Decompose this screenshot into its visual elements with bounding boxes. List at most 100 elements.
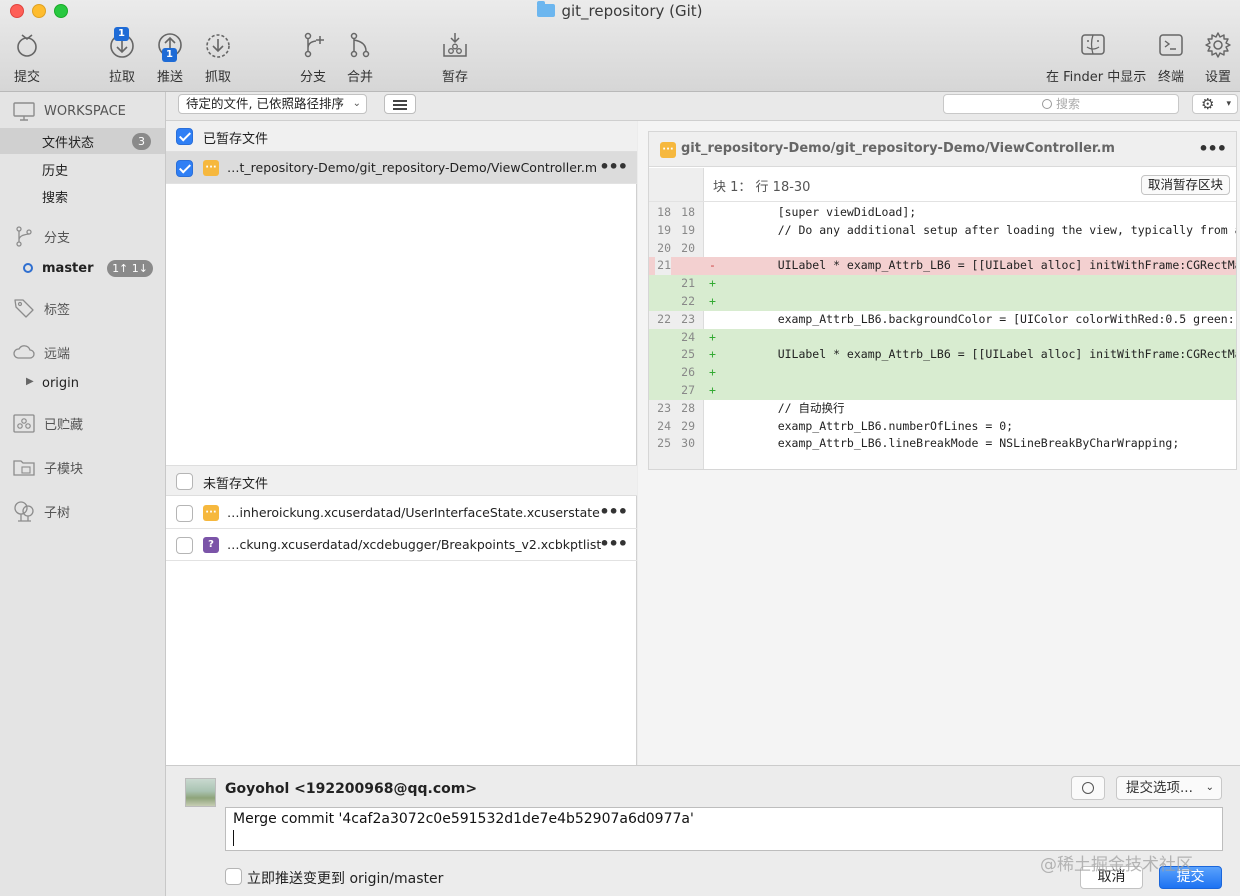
settings-button[interactable]: 设置 — [1188, 30, 1240, 85]
commit-author: Goyohol <192200968@qq.com> — [225, 781, 478, 797]
diff-line-del[interactable]: 21 - UILabel * examp_Attrb_LB6 = [[UILabe… — [649, 257, 1236, 276]
staged-select-all-checkbox[interactable] — [176, 128, 193, 145]
diff-line-add[interactable]: 27 + — [649, 381, 1236, 400]
history-button[interactable] — [1071, 776, 1105, 800]
more-options-icon[interactable]: ••• — [599, 502, 628, 521]
unstaged-file-row[interactable]: ? …ckung.xcuserdatad/xcdebugger/Breakpoi… — [166, 529, 637, 561]
sidebar-submodules-header[interactable]: 子模块 — [0, 454, 165, 480]
disclosure-triangle-icon[interactable]: ▶ — [26, 376, 34, 387]
diff-line-add[interactable]: 26 + — [649, 364, 1236, 382]
fetch-toolbar-button[interactable]: 抓取 — [188, 30, 248, 85]
text-caret — [233, 830, 234, 846]
diff-line-add[interactable]: 24 + — [649, 328, 1236, 347]
pull-count-badge: 1 — [114, 27, 129, 41]
sidebar-branches-header[interactable]: 分支 — [0, 223, 165, 249]
diff-marker: + — [709, 276, 716, 291]
code-text: UILabel * examp_Attrb_LB6 = [[UILabel al… — [750, 347, 1236, 362]
untracked-file-icon: ? — [203, 537, 219, 553]
tag-icon — [12, 296, 36, 320]
new-line-number: 30 — [681, 436, 695, 451]
code-text: examp_Attrb_LB6.backgroundColor = [UICol… — [750, 311, 1236, 326]
diff-line-ctx[interactable]: 23 28 // 自动换行 — [649, 400, 1236, 418]
gear-icon: ⚙ — [1201, 95, 1215, 113]
chevron-down-icon: ⌄ — [1205, 782, 1214, 793]
new-line-number: 21 — [681, 276, 695, 291]
more-options-icon[interactable]: ••• — [599, 534, 628, 553]
diff-marker: + — [709, 347, 716, 362]
code-text: // 自动换行 — [750, 400, 845, 415]
code-text: examp_Attrb_LB6.lineBreakMode = NSLineBr… — [750, 436, 1180, 451]
file-checkbox[interactable] — [176, 537, 193, 554]
commit-icon — [12, 30, 42, 60]
diff-line-add[interactable]: 21 + — [649, 275, 1236, 293]
sidebar-item-file-status[interactable]: 文件状态 3 — [0, 128, 165, 154]
branch-icon — [12, 224, 36, 248]
staged-file-row[interactable]: ··· …t_repository-Demo/git_repository-De… — [166, 152, 637, 184]
code-text: UILabel * examp_Attrb_LB6 = [[UILabel al… — [750, 258, 1236, 273]
chevron-down-icon: ▾ — [1226, 99, 1231, 109]
code-text: [super viewDidLoad]; — [750, 205, 917, 219]
old-line-number: 18 — [657, 205, 671, 219]
file-checkbox[interactable] — [176, 160, 193, 177]
sidebar-tags-header[interactable]: 标签 — [0, 295, 165, 321]
chevron-down-icon: ⌄ — [352, 98, 361, 109]
sidebar-subtrees-header[interactable]: 子树 — [0, 498, 165, 524]
diff-line-ctx[interactable]: 24 29 examp_Attrb_LB6.numberOfLines = 0; — [649, 418, 1236, 436]
tree-icon — [12, 499, 36, 523]
sidebar-remotes-header[interactable]: 远端 — [0, 339, 165, 365]
new-line-number: 22 — [681, 293, 695, 308]
stash-toolbar-button[interactable]: 暂存 — [425, 30, 485, 85]
search-icon — [1041, 99, 1052, 109]
diff-line-ctx[interactable]: 20 20 — [649, 240, 1236, 258]
commit-toolbar-button[interactable]: 提交 — [0, 30, 57, 85]
unstaged-file-row[interactable]: ··· …inheroickung.xcuserdatad/UserInterf… — [166, 497, 637, 529]
code-text: // Do any additional setup after loading… — [750, 222, 1236, 237]
diff-marker: + — [709, 365, 716, 380]
new-line-number: 23 — [681, 311, 695, 326]
commit-message-input[interactable]: Merge commit '4caf2a3072c0e591532d1de7e4… — [225, 807, 1223, 851]
sidebar-item-search[interactable]: 搜索 — [0, 183, 165, 209]
unstage-hunk-button[interactable]: 取消暂存区块 — [1140, 175, 1230, 195]
current-branch-indicator-icon — [23, 263, 33, 273]
diff-marker: + — [709, 293, 716, 308]
sidebar-item-branch-master[interactable]: master 1↑ 1↓ — [0, 255, 165, 281]
stash-icon — [12, 411, 36, 435]
more-options-icon[interactable]: ••• — [599, 157, 628, 176]
diff-line-add[interactable]: 25 + UILabel * examp_Attrb_LB6 = [[UILabe… — [649, 346, 1236, 365]
diff-line-ctx[interactable]: 18 18 [super viewDidLoad]; — [649, 204, 1236, 222]
new-line-number: 25 — [681, 347, 695, 362]
diff-line-ctx[interactable]: 25 30 examp_Attrb_LB6.lineBreakMode = NSL… — [649, 435, 1236, 453]
file-checkbox[interactable] — [176, 505, 193, 522]
diff-marker: - — [709, 258, 716, 273]
sidebar-item-history[interactable]: 历史 — [0, 156, 165, 182]
sidebar-stashes-header[interactable]: 已贮藏 — [0, 410, 165, 436]
window-toolbar: git_repository (Git) 提交 1 拉取 1 推送 抓取 分支 — [0, 0, 1240, 92]
search-input[interactable]: 搜索 — [943, 94, 1179, 114]
diff-line-ctx[interactable]: 22 23 examp_Attrb_LB6.backgroundColor = [… — [649, 311, 1236, 329]
new-line-number: 20 — [681, 240, 695, 255]
branch-icon — [298, 30, 328, 60]
file-sort-dropdown[interactable]: 待定的文件, 已依照路径排序 ⌄ — [178, 94, 367, 114]
cloud-icon — [12, 340, 36, 364]
push-immediately-checkbox[interactable] — [225, 868, 242, 885]
sidebar: WORKSPACE 文件状态 3 历史 搜索 分支 master 1↑ 1↓ 标… — [0, 92, 166, 896]
filter-options-button[interactable]: ⚙ ▾ — [1192, 94, 1238, 114]
diff-line-ctx[interactable]: 19 19 // Do any additional setup after lo… — [649, 222, 1236, 240]
unstaged-select-all-checkbox[interactable] — [176, 473, 193, 490]
watermark: @稀土掘金技术社区 — [1040, 855, 1193, 875]
terminal-icon — [1156, 30, 1186, 60]
merge-toolbar-button[interactable]: 合并 — [330, 30, 390, 85]
code-text: examp_Attrb_LB6.numberOfLines = 0; — [750, 418, 1014, 433]
new-line-number: 24 — [681, 329, 695, 344]
show-in-finder-button[interactable]: 在 Finder 中显示 — [1046, 30, 1146, 85]
submodule-folder-icon — [12, 455, 36, 479]
list-view-button[interactable] — [384, 94, 416, 114]
old-line-number: 19 — [657, 222, 671, 237]
diff-view: ··· git_repository-Demo/git_repository-D… — [648, 131, 1237, 470]
diff-line-add[interactable]: 22 + — [649, 292, 1236, 311]
sidebar-item-remote-origin[interactable]: ▶ origin — [0, 370, 165, 396]
commit-options-dropdown[interactable]: 提交选项... ⌄ — [1116, 776, 1222, 800]
new-line-number: 18 — [681, 205, 695, 219]
folder-icon — [537, 1, 556, 17]
more-options-icon[interactable]: ••• — [1198, 139, 1227, 158]
